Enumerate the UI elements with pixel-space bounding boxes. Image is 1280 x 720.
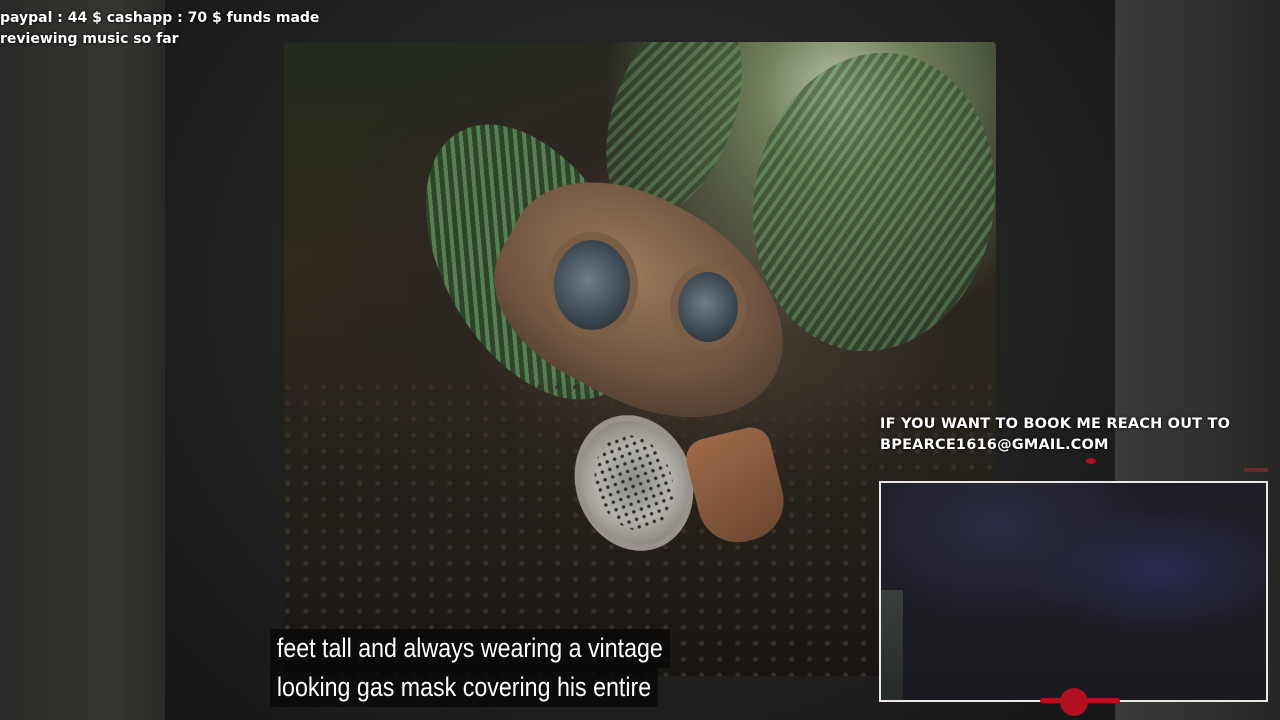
funds-line-2: reviewing music so far xyxy=(0,31,179,47)
webcam-subject xyxy=(881,590,903,700)
gas-mask-right-eyepiece xyxy=(670,264,746,350)
red-splatter-decoration xyxy=(1086,458,1096,464)
booking-line-1: IF YOU WANT TO BOOK ME REACH OUT TO xyxy=(880,416,1231,432)
booking-email: BPEARCE1616@GMAIL.COM xyxy=(880,437,1109,453)
gas-mask-left-eyepiece xyxy=(546,232,638,338)
booking-contact-overlay: IF YOU WANT TO BOOK ME REACH OUT TO BPEA… xyxy=(880,414,1230,456)
blurred-background-left xyxy=(0,0,165,720)
caption-line-2: looking gas mask covering his entire xyxy=(270,668,659,707)
caption-line-1: feet tall and always wearing a vintage xyxy=(270,629,670,668)
funds-overlay: paypal : 44 $ cashapp : 70 $ funds made … xyxy=(0,8,319,50)
red-splatter-decoration xyxy=(1244,468,1268,472)
webcam-frame xyxy=(879,481,1268,702)
red-splatter-decoration xyxy=(1040,698,1120,703)
caption-subtitles: feet tall and always wearing a vintage l… xyxy=(270,629,735,707)
funds-line-1: paypal : 44 $ cashapp : 70 $ funds made xyxy=(0,10,320,26)
stream-layout: paypal : 44 $ cashapp : 70 $ funds made … xyxy=(0,0,1280,720)
